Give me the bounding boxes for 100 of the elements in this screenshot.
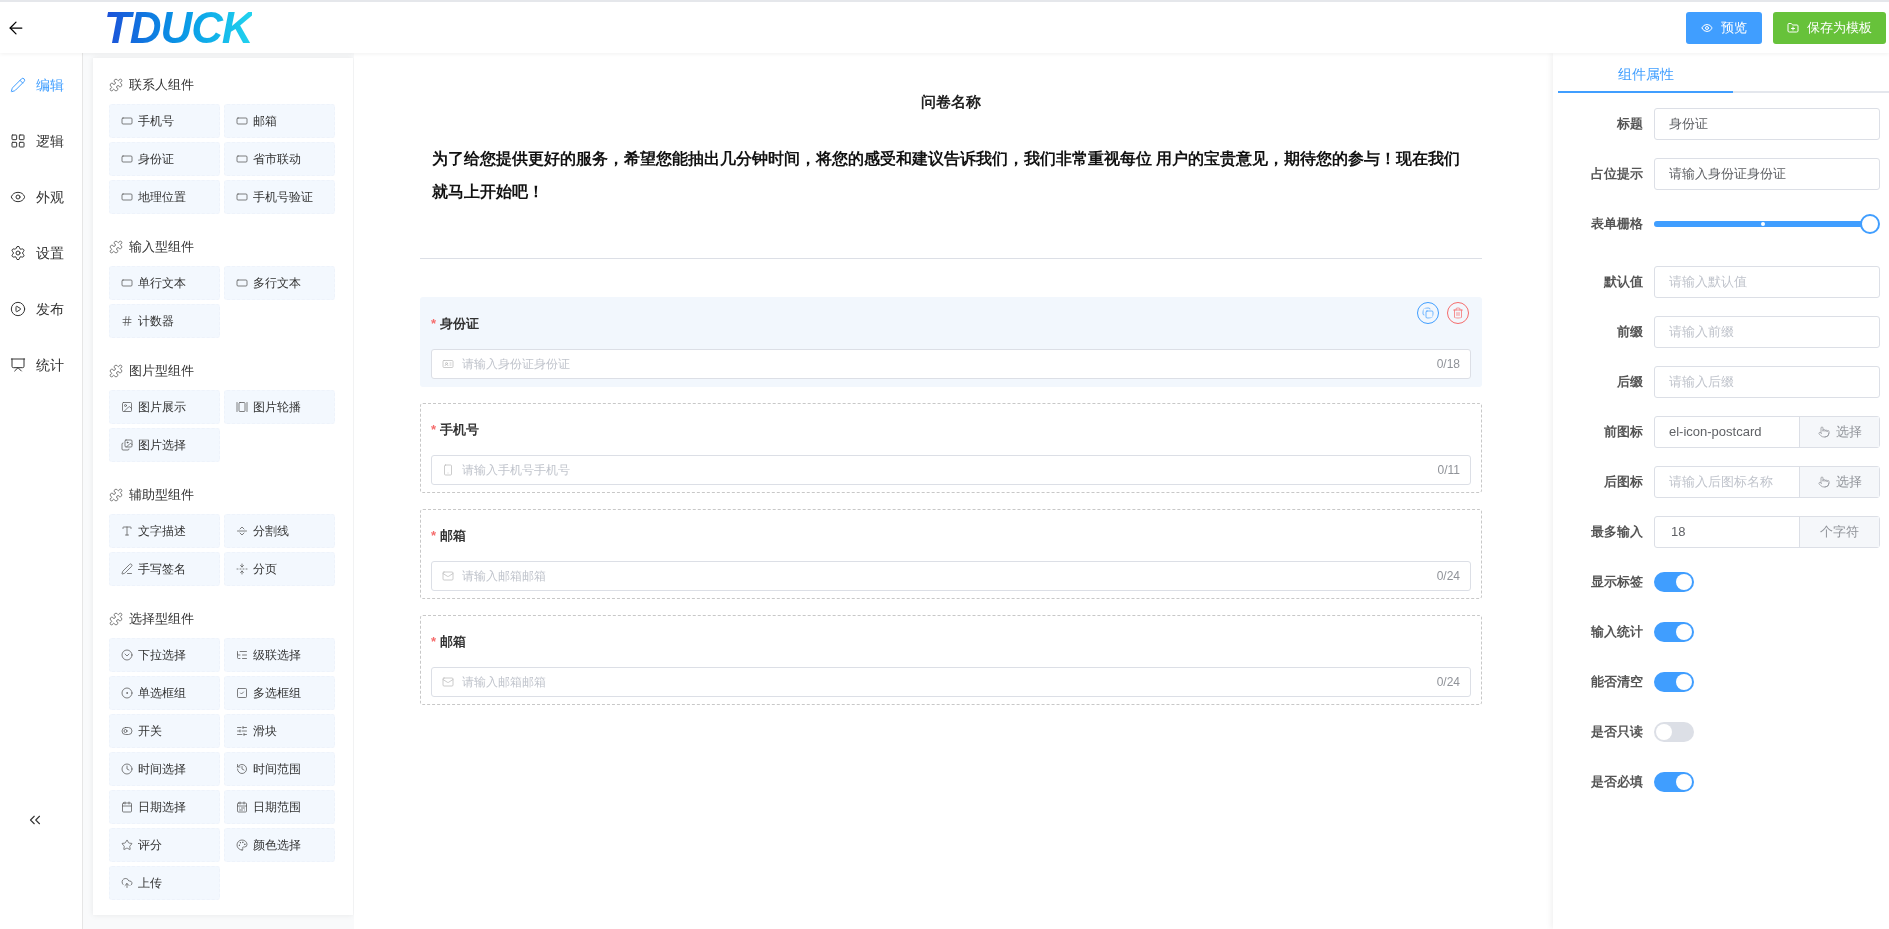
property-label: 最多输入: [1590, 523, 1644, 542]
nav-item[interactable]: 统计: [0, 337, 82, 393]
component-item[interactable]: 级联选择: [224, 638, 335, 672]
form-field-card[interactable]: * 邮箱 请输入邮箱邮箱 0/24: [420, 508, 1482, 599]
component-item[interactable]: 多选框组: [224, 676, 335, 710]
unit-suffix: 个字符: [1799, 517, 1879, 547]
field-label: * 邮箱: [431, 525, 468, 545]
nav-item[interactable]: 外观: [0, 169, 82, 225]
component-item[interactable]: 图片轮播: [224, 390, 335, 424]
property-label: 默认值: [1602, 273, 1644, 292]
property-label: 是否必填: [1590, 773, 1644, 792]
component-item[interactable]: 评分: [109, 828, 220, 862]
calendar-icon: [121, 801, 133, 813]
component-item[interactable]: 分割线: [224, 514, 335, 548]
component-item[interactable]: 日期选择: [109, 790, 220, 824]
grid-icon: [10, 133, 26, 149]
chart-board-icon: [10, 357, 26, 373]
carousel-icon: [236, 401, 248, 413]
radio-icon: [121, 687, 133, 699]
form-field-card[interactable]: * 邮箱 请输入邮箱邮箱 0/24: [420, 614, 1482, 705]
hand-icon: [1817, 426, 1830, 438]
slider-icon: [236, 725, 248, 737]
property-label: 前图标: [1603, 423, 1644, 442]
component-item[interactable]: 计数器: [109, 304, 220, 338]
star-icon: [121, 839, 133, 851]
property-label: 输入统计: [1590, 623, 1644, 642]
component-item[interactable]: 分页: [224, 552, 335, 586]
text-input[interactable]: 请输入身份证身份证: [1654, 158, 1880, 190]
input-icon: [236, 191, 248, 203]
input-icon: [121, 191, 133, 203]
property-label: 显示标签: [1590, 573, 1644, 592]
component-item[interactable]: 多行文本: [224, 266, 335, 300]
page-break-icon: [236, 563, 248, 575]
images-icon: [121, 439, 133, 451]
text-input[interactable]: 身份证: [1654, 108, 1880, 140]
property-label: 后图标: [1603, 473, 1644, 492]
component-item[interactable]: 地理位置: [109, 180, 220, 214]
icon-field[interactable]: el-icon-postcard 选择: [1654, 416, 1880, 448]
puzzle-icon: [109, 488, 123, 502]
number-field[interactable]: 18 个字符: [1654, 516, 1880, 548]
field-label: * 手机号: [431, 419, 481, 439]
phone-icon: [442, 464, 454, 476]
component-item[interactable]: 时间选择: [109, 752, 220, 786]
slider-thumb[interactable]: [1860, 214, 1880, 234]
palette-icon: [236, 839, 248, 851]
form-field-card[interactable]: * 手机号 请输入手机号手机号 0/11: [420, 402, 1482, 493]
component-item[interactable]: 文字描述: [109, 514, 220, 548]
eye-icon: [10, 189, 26, 205]
toggle-switch[interactable]: [1654, 572, 1694, 592]
component-item[interactable]: 时间范围: [224, 752, 335, 786]
field-label: * 邮箱: [431, 631, 468, 651]
form-field-card[interactable]: * 身份证 请输入身份证身份证 0/18: [420, 296, 1482, 387]
number-icon: [121, 315, 133, 327]
image-icon: [121, 401, 133, 413]
group-title: 辅助型组件: [129, 486, 194, 505]
component-item[interactable]: 省市联动: [224, 142, 335, 176]
required-mark: *: [431, 420, 437, 439]
nav-item[interactable]: 逻辑: [0, 113, 82, 169]
component-item[interactable]: 单选框组: [109, 676, 220, 710]
input-icon: [236, 153, 248, 165]
upload-icon: [121, 877, 133, 889]
component-item[interactable]: 颜色选择: [224, 828, 335, 862]
component-item[interactable]: 日期范围: [224, 790, 335, 824]
component-item[interactable]: 滑块: [224, 714, 335, 748]
component-item[interactable]: 手机号: [109, 104, 220, 138]
calendar-range-icon: [236, 801, 248, 813]
component-item[interactable]: 邮箱: [224, 104, 335, 138]
component-item[interactable]: 开关: [109, 714, 220, 748]
nav-item[interactable]: 设置: [0, 225, 82, 281]
component-item[interactable]: 单行文本: [109, 266, 220, 300]
toggle-switch[interactable]: [1654, 722, 1694, 742]
eye-icon: [1701, 21, 1713, 34]
component-item[interactable]: 手机号验证: [224, 180, 335, 214]
input-icon: [121, 277, 133, 289]
dropdown-icon: [121, 649, 133, 661]
slider[interactable]: [1654, 214, 1880, 234]
folder-icon: [1787, 21, 1799, 34]
component-item[interactable]: 手写签名: [109, 552, 220, 586]
toggle-switch[interactable]: [1654, 622, 1694, 642]
property-label: 后缀: [1616, 373, 1644, 392]
toggle-switch[interactable]: [1654, 672, 1694, 692]
form-title: 问卷名称: [920, 92, 982, 112]
component-item[interactable]: 上传: [109, 866, 220, 900]
puzzle-icon: [109, 364, 123, 378]
id-card-icon: [442, 358, 454, 370]
nav-item[interactable]: 发布: [0, 281, 82, 337]
divider-icon: [236, 525, 248, 537]
component-item[interactable]: 下拉选择: [109, 638, 220, 672]
form-description: 为了给您提供更好的服务，希望您能抽出几分钟时间，将您的感受和建议告诉我们，我们非常重视每位 用户的宝贵意见，期待您的参与！现在我们就马上开始吧！: [431, 148, 1462, 202]
puzzle-icon: [109, 240, 123, 254]
char-count: 0/18: [1436, 356, 1460, 373]
component-item[interactable]: 图片选择: [109, 428, 220, 462]
property-label: 是否只读: [1590, 723, 1644, 742]
component-item[interactable]: 身份证: [109, 142, 220, 176]
toggle-switch[interactable]: [1654, 772, 1694, 792]
clock-range-icon: [236, 763, 248, 775]
char-count: 0/11: [1437, 462, 1460, 479]
component-item[interactable]: 图片展示: [109, 390, 220, 424]
play-icon: [10, 301, 26, 317]
char-count: 0/24: [1436, 568, 1460, 585]
